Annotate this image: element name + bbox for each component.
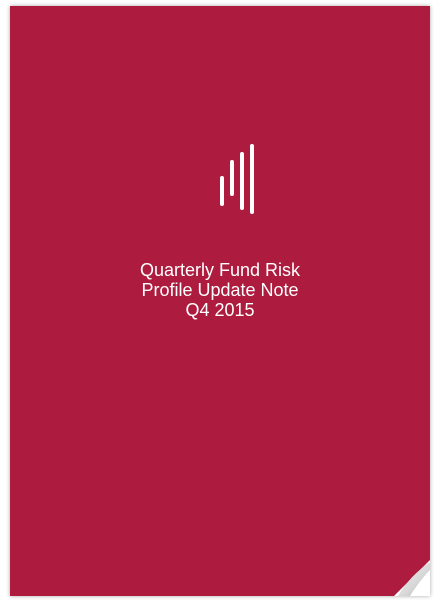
page-curl-icon (394, 560, 430, 596)
document-cover: Quarterly Fund Risk Profile Update Note … (10, 6, 430, 596)
cover-title: Quarterly Fund Risk Profile Update Note … (10, 260, 430, 320)
title-line-3: Q4 2015 (185, 300, 255, 320)
title-line-2: Profile Update Note (141, 280, 299, 300)
vertical-bars-logo-icon (220, 144, 254, 214)
title-line-1: Quarterly Fund Risk (139, 260, 301, 280)
